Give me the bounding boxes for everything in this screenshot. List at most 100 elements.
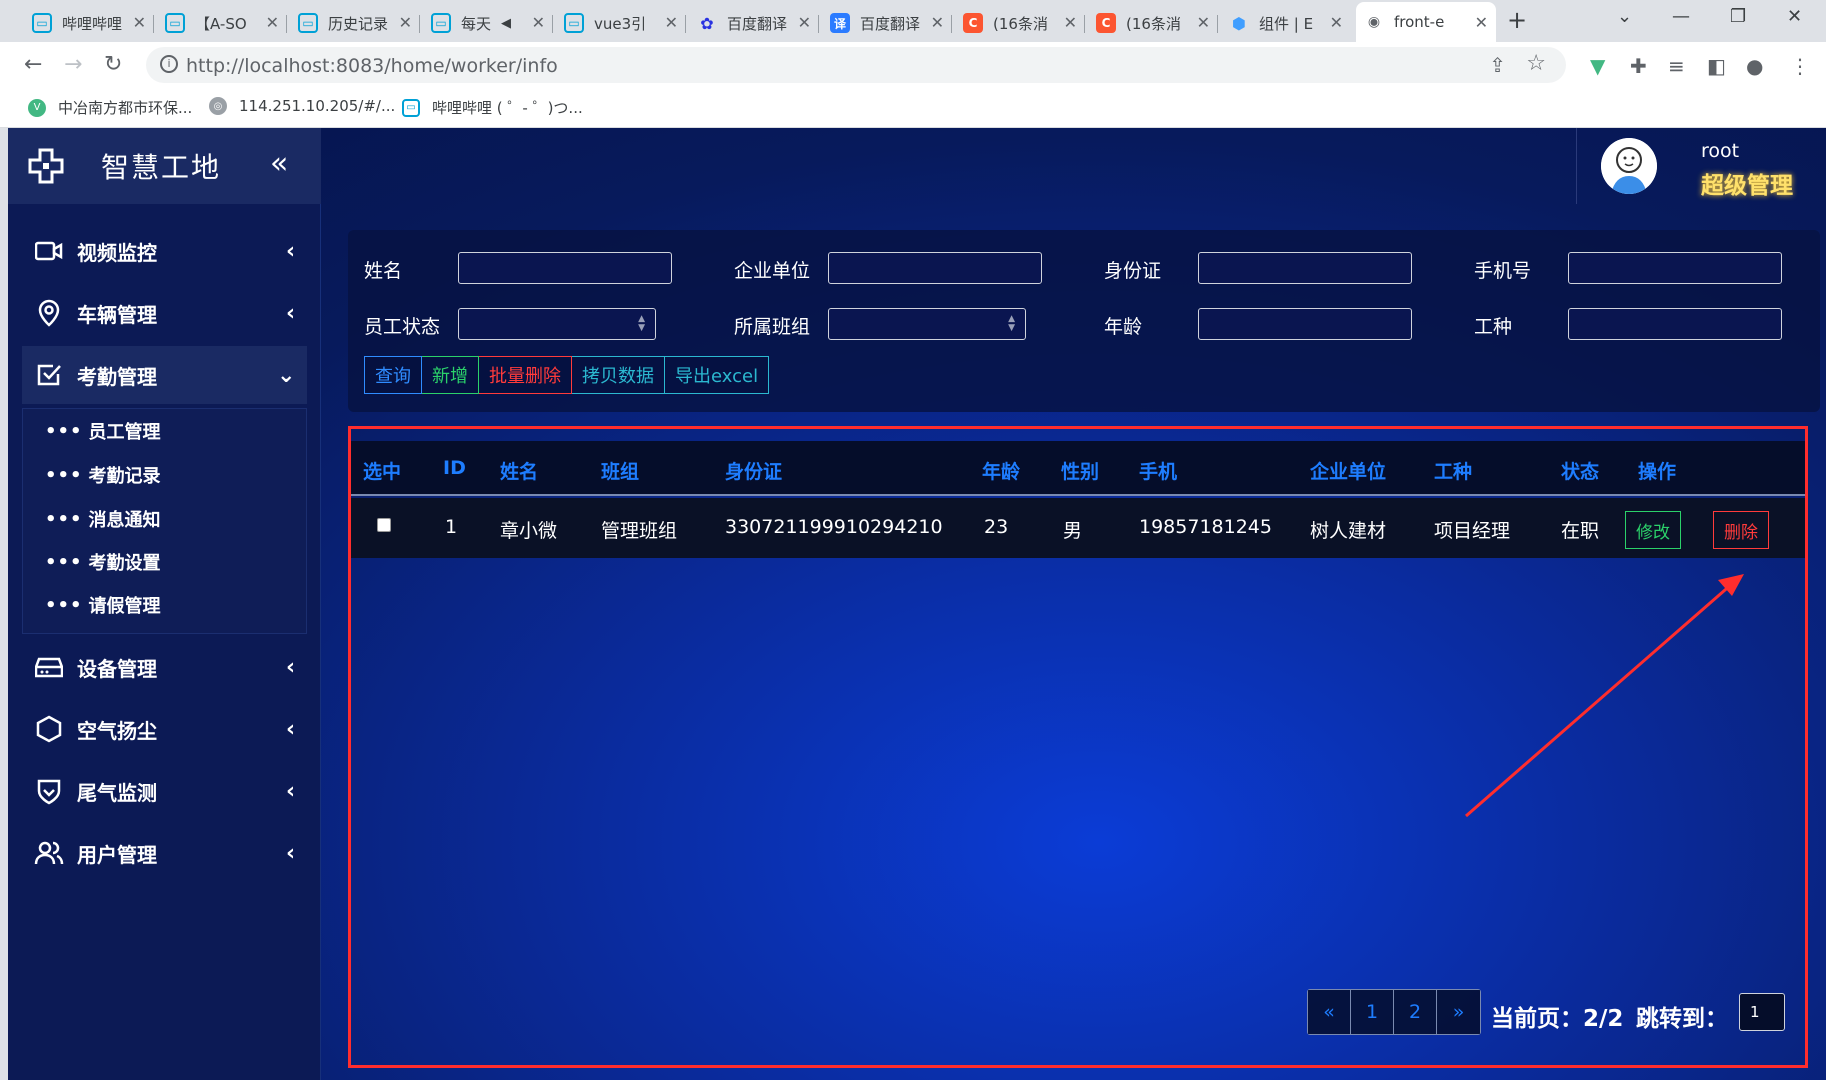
shield-icon bbox=[34, 776, 64, 806]
prev-page-button[interactable]: « bbox=[1308, 990, 1351, 1034]
browser-tab[interactable]: ▭ vue3引 ✕ bbox=[556, 6, 686, 40]
edit-button[interactable]: 修改 bbox=[1625, 511, 1681, 549]
submenu-item-notice[interactable]: ••• 消息通知 bbox=[45, 499, 161, 539]
name-input[interactable] bbox=[458, 252, 672, 284]
new-tab-button[interactable]: + bbox=[1507, 6, 1527, 34]
bookmark-item[interactable]: ▭ 哔哩哔哩 ( ゜- ゜)つ... bbox=[402, 97, 583, 118]
th-id: ID bbox=[443, 457, 466, 479]
submenu-item-settings[interactable]: ••• 考勤设置 bbox=[45, 542, 161, 582]
browser-tab[interactable]: ✿ 百度翻译 ✕ bbox=[689, 6, 819, 40]
submenu-item-worker[interactable]: ••• 员工管理 bbox=[45, 411, 161, 451]
browser-tab-active[interactable]: ◉ front-e ✕ bbox=[1356, 2, 1496, 42]
star-icon[interactable]: ☆ bbox=[1526, 51, 1546, 76]
submenu-item-records[interactable]: ••• 考勤记录 bbox=[45, 455, 161, 495]
row-checkbox[interactable] bbox=[377, 518, 391, 532]
url-text[interactable]: http://localhost:8083/home/worker/info bbox=[186, 55, 558, 77]
company-input[interactable] bbox=[828, 252, 1042, 284]
info-icon[interactable]: i bbox=[160, 55, 178, 73]
app-title: 智慧工地 bbox=[101, 151, 222, 184]
worktype-input[interactable] bbox=[1568, 308, 1782, 340]
query-button[interactable]: 查询 bbox=[364, 356, 422, 394]
label-company: 企业单位 bbox=[734, 260, 811, 282]
next-page-button[interactable]: » bbox=[1437, 990, 1480, 1034]
tab-title: 【A-SO bbox=[195, 14, 247, 33]
dots-icon: ••• bbox=[45, 464, 83, 486]
phone-input[interactable] bbox=[1568, 252, 1782, 284]
add-button[interactable]: 新增 bbox=[422, 356, 479, 394]
age-input[interactable] bbox=[1198, 308, 1412, 340]
speaker-icon[interactable]: ◀ bbox=[501, 16, 511, 31]
menu-icon[interactable]: ⋮ bbox=[1790, 54, 1810, 78]
jump-label: 跳转到： bbox=[1636, 1006, 1728, 1032]
bilibili-icon: ▭ bbox=[402, 98, 420, 117]
menu-item-exhaust[interactable]: 尾气监测 ‹ bbox=[8, 762, 321, 820]
app-logo-icon bbox=[28, 148, 64, 184]
status-select[interactable]: ▲ ▼ bbox=[458, 308, 656, 340]
close-icon[interactable]: ✕ bbox=[1064, 13, 1077, 32]
attendance-submenu: ••• 员工管理 ••• 考勤记录 ••• 消息通知 ••• 考勤设置 ••• 请假管理 bbox=[22, 408, 307, 634]
tab-title: vue3引 bbox=[594, 14, 647, 33]
bookmark-label: 中冶南方都市环保... bbox=[58, 99, 193, 117]
close-icon[interactable]: ✕ bbox=[133, 13, 146, 32]
delete-button[interactable]: 删除 bbox=[1713, 511, 1769, 549]
page-button-2[interactable]: 2 bbox=[1394, 990, 1437, 1034]
close-icon[interactable]: ✕ bbox=[1197, 13, 1210, 32]
collapse-sidebar-icon[interactable]: « bbox=[270, 146, 288, 181]
menu-item-device[interactable]: 设备管理 ‹ bbox=[8, 638, 321, 696]
bookmark-item[interactable]: V 中冶南方都市环保... bbox=[28, 97, 192, 118]
reload-button[interactable]: ↻ bbox=[104, 52, 122, 77]
submenu-item-leave[interactable]: ••• 请假管理 bbox=[45, 585, 161, 625]
extensions-icon[interactable]: ✚ bbox=[1630, 54, 1647, 78]
bookmark-item[interactable]: ◎ 114.251.10.205/#/... bbox=[209, 97, 395, 115]
team-select[interactable]: ▲ ▼ bbox=[828, 308, 1026, 340]
forward-button[interactable]: → bbox=[64, 52, 82, 77]
menu-item-users[interactable]: 用户管理 ‹ bbox=[8, 824, 321, 882]
address-bar[interactable]: i http://localhost:8083/home/worker/info… bbox=[146, 47, 1566, 83]
device-icon bbox=[34, 652, 64, 682]
idcard-input[interactable] bbox=[1198, 252, 1412, 284]
tab-search-icon[interactable]: ⌄ bbox=[1617, 6, 1632, 27]
browser-tab[interactable]: ▭ 【A-SO ✕ bbox=[157, 6, 287, 40]
close-icon[interactable]: ✕ bbox=[1330, 13, 1343, 32]
browser-tab[interactable]: 译 百度翻译 ✕ bbox=[822, 6, 952, 40]
reading-list-icon[interactable]: ≡ bbox=[1668, 54, 1685, 78]
close-icon[interactable]: ✕ bbox=[931, 13, 944, 32]
minimize-button[interactable]: — bbox=[1672, 6, 1690, 27]
menu-item-attendance[interactable]: 考勤管理 ⌄ bbox=[22, 346, 307, 404]
browser-tab[interactable]: ⬢ 组件 | E ✕ bbox=[1221, 6, 1351, 40]
vue-devtools-icon[interactable]: ▼ bbox=[1590, 54, 1605, 78]
browser-tab[interactable]: ▭ 历史记录 ✕ bbox=[290, 6, 420, 40]
close-icon[interactable]: ✕ bbox=[266, 13, 279, 32]
avatar[interactable] bbox=[1601, 138, 1657, 194]
browser-tab[interactable]: ▭ 哔哩哔哩 ✕ bbox=[24, 6, 154, 40]
close-icon[interactable]: ✕ bbox=[798, 13, 811, 32]
export-excel-button[interactable]: 导出excel bbox=[665, 356, 770, 394]
menu-item-air-dust[interactable]: 空气扬尘 ‹ bbox=[8, 700, 321, 758]
browser-tab[interactable]: C (16条消 ✕ bbox=[955, 6, 1085, 40]
close-icon[interactable]: ✕ bbox=[399, 13, 412, 32]
menu-item-video[interactable]: 视频监控 ‹ bbox=[8, 222, 321, 280]
cell-status: 在职 bbox=[1561, 520, 1600, 542]
restore-button[interactable]: ❐ bbox=[1730, 6, 1746, 27]
browser-tab[interactable]: C (16条消 ✕ bbox=[1088, 6, 1218, 40]
tab-title: 百度翻译 bbox=[727, 14, 787, 33]
side-panel-icon[interactable]: ◧ bbox=[1707, 54, 1726, 78]
close-window-button[interactable]: ✕ bbox=[1787, 6, 1802, 27]
jump-page-input[interactable]: 1 bbox=[1739, 993, 1785, 1031]
copy-data-button[interactable]: 拷贝数据 bbox=[572, 356, 665, 394]
user-panel[interactable]: root 超级管理 bbox=[1576, 128, 1826, 204]
back-button[interactable]: ← bbox=[24, 52, 42, 77]
close-icon[interactable]: ✕ bbox=[532, 13, 545, 32]
profile-icon[interactable]: ● bbox=[1746, 54, 1763, 78]
cell-team: 管理班组 bbox=[601, 520, 678, 542]
baidu-paw-icon: ✿ bbox=[700, 13, 714, 33]
close-icon[interactable]: ✕ bbox=[665, 13, 678, 32]
batch-delete-button[interactable]: 批量删除 bbox=[479, 356, 572, 394]
cell-gender: 男 bbox=[1063, 520, 1083, 542]
share-icon[interactable]: ⇪ bbox=[1489, 53, 1506, 77]
menu-item-vehicle[interactable]: 车辆管理 ‹ bbox=[8, 284, 321, 342]
close-icon[interactable]: ✕ bbox=[1475, 13, 1488, 32]
browser-tab[interactable]: ▭ 每天 ◀ ✕ bbox=[423, 6, 553, 40]
page-button-1[interactable]: 1 bbox=[1351, 990, 1394, 1034]
video-icon bbox=[34, 236, 64, 266]
